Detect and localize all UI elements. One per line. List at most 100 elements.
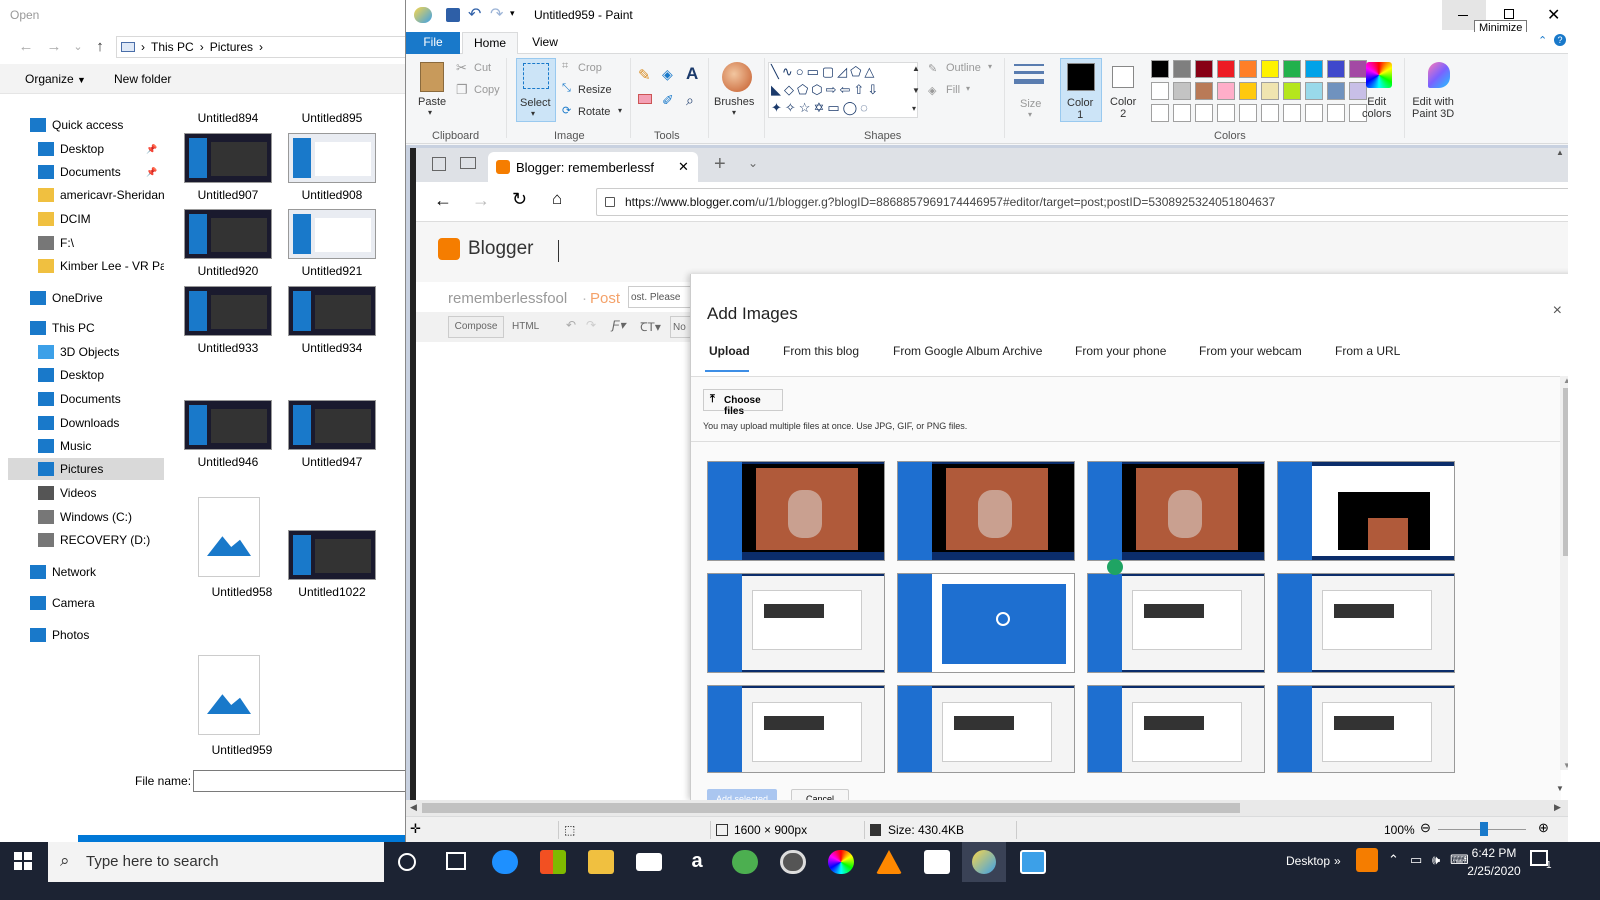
palette-swatch[interactable] [1239, 60, 1257, 78]
file-thumbnail[interactable] [184, 133, 272, 183]
upload-image-thumbnail[interactable] [1277, 461, 1455, 561]
file-name-label[interactable]: Untitled934 [279, 341, 385, 355]
file-name-label[interactable]: Untitled946 [175, 455, 281, 469]
quick-access-dropdown-icon[interactable]: ▾ [510, 8, 515, 19]
nav-item[interactable]: Windows (C:) [8, 506, 164, 528]
tab-preview-icon[interactable] [460, 157, 476, 169]
close-tab-icon[interactable]: ✕ [678, 159, 689, 175]
file-name-label[interactable]: Untitled920 [175, 264, 281, 278]
nav-item[interactable]: Desktop [8, 364, 164, 386]
file-thumbnail[interactable] [288, 400, 376, 450]
palette-swatch[interactable] [1217, 60, 1235, 78]
nav-item[interactable]: Desktop 📌 [8, 138, 164, 160]
custom-color-swatch[interactable] [1261, 104, 1279, 122]
upload-image-thumbnail[interactable] [707, 685, 885, 773]
forward-icon[interactable]: → [472, 190, 490, 211]
save-icon[interactable] [446, 8, 460, 22]
post-title-input[interactable]: ost. Please [628, 286, 692, 308]
undo-icon[interactable]: ↶ [566, 318, 576, 332]
scroll-left-icon[interactable]: ◀ [410, 802, 417, 813]
tab-view[interactable]: View [520, 32, 570, 54]
clock-time[interactable]: 6:42 PM [1464, 846, 1524, 860]
dialog-tab[interactable]: From Google Album Archive [893, 344, 1042, 358]
cortana-icon[interactable] [398, 853, 416, 871]
palette-swatch[interactable] [1173, 82, 1191, 100]
paint-taskbar-button[interactable] [962, 842, 1006, 882]
dialog-tab[interactable]: From your phone [1075, 344, 1166, 358]
palette-swatch[interactable] [1327, 82, 1345, 100]
image-file-icon[interactable] [198, 655, 260, 735]
fill-bucket-icon[interactable]: ◈ [662, 66, 673, 83]
pin-icon[interactable]: 📌 [146, 144, 157, 155]
text-tool-icon[interactable]: A [686, 64, 698, 84]
collapse-ribbon-icon[interactable]: ⌃ [1538, 34, 1547, 47]
custom-color-swatch[interactable] [1217, 104, 1235, 122]
color-picker-icon[interactable]: ✐ [662, 92, 674, 109]
breadcrumb-pictures[interactable]: Pictures [210, 40, 253, 54]
file-name-label[interactable]: Untitled947 [279, 455, 385, 469]
zoom-slider-thumb[interactable] [1480, 822, 1488, 836]
pencil-icon[interactable]: ✎ [638, 66, 651, 84]
palette-swatch[interactable] [1261, 82, 1279, 100]
canvas-scroll-up-icon[interactable]: ▲ [1556, 148, 1564, 157]
forward-arrow-icon[interactable]: → [44, 38, 64, 56]
nav-item[interactable]: Network [8, 561, 164, 583]
shapes-expand-icon[interactable]: ▾ [912, 104, 916, 113]
tripadvisor-icon[interactable] [732, 850, 758, 874]
upload-image-thumbnail[interactable] [897, 685, 1075, 773]
shapes-scroll-down-icon[interactable]: ▼ [912, 86, 920, 95]
zoom-out-icon[interactable]: ⊖ [1420, 820, 1431, 836]
tab-list-chevron-icon[interactable]: ⌄ [748, 156, 758, 170]
pin-icon[interactable]: 📌 [146, 167, 157, 178]
nav-item[interactable]: F:\ [8, 232, 164, 254]
notification-badge-icon[interactable] [1356, 848, 1378, 872]
camera-icon[interactable] [924, 850, 950, 874]
color-1-button[interactable]: Color 1 [1060, 58, 1102, 122]
palette-swatch[interactable] [1261, 60, 1279, 78]
nav-item[interactable]: Downloads [8, 412, 164, 434]
canvas-horizontal-scrollbar[interactable]: ◀ ▶ [406, 800, 1569, 816]
breadcrumb[interactable]: › This PC › Pictures › [116, 36, 411, 58]
nav-item[interactable]: Pictures [8, 458, 164, 480]
html-button[interactable]: HTML [512, 321, 539, 332]
amazon-icon[interactable]: a [684, 850, 710, 874]
undo-icon[interactable]: ↶ [468, 4, 481, 24]
blogger-logo[interactable]: Blogger [438, 238, 534, 260]
upload-image-thumbnail[interactable] [707, 573, 885, 673]
palette-swatch[interactable] [1217, 82, 1235, 100]
nav-item[interactable]: Music [8, 435, 164, 457]
file-thumbnail[interactable] [184, 400, 272, 450]
file-name-label[interactable]: Untitled894 [175, 111, 281, 125]
select-button[interactable]: Select ▾ [516, 58, 556, 122]
new-folder-button[interactable]: New folder [114, 72, 171, 86]
start-windows-icon[interactable] [14, 852, 32, 870]
canvas-scroll-down-icon[interactable]: ▼ [1556, 784, 1564, 793]
palette-swatch[interactable] [1305, 82, 1323, 100]
palette-swatch[interactable] [1305, 60, 1323, 78]
custom-color-swatch[interactable] [1305, 104, 1323, 122]
close-icon[interactable]: × [1553, 302, 1562, 320]
close-button[interactable]: ✕ [1534, 0, 1569, 30]
dialog-tab[interactable]: From your webcam [1199, 344, 1302, 358]
custom-color-swatch[interactable] [1327, 104, 1345, 122]
file-thumbnail[interactable] [288, 133, 376, 183]
upload-image-thumbnail[interactable] [1087, 573, 1265, 673]
custom-color-swatch[interactable] [1151, 104, 1169, 122]
nav-item[interactable]: Videos [8, 482, 164, 504]
new-tab-icon[interactable]: + [714, 153, 726, 176]
file-name-input[interactable] [193, 770, 411, 792]
nav-item[interactable]: Documents 📌 [8, 161, 164, 183]
nav-item[interactable]: DCIM [8, 208, 164, 230]
nav-item[interactable]: Camera [8, 592, 164, 614]
browser-tab[interactable]: Blogger: rememberlessf ✕ [488, 152, 698, 182]
file-name-label[interactable]: Untitled907 [175, 188, 281, 202]
paint-app-icon[interactable] [414, 7, 432, 23]
file-name-label[interactable]: Untitled1022 [279, 585, 385, 599]
file-name-label[interactable]: Untitled959 [189, 743, 295, 757]
image-file-icon[interactable] [198, 497, 260, 577]
palette-swatch[interactable] [1283, 82, 1301, 100]
font-size-icon[interactable]: ꞆT▾ [640, 318, 661, 335]
back-arrow-icon[interactable]: ← [16, 38, 36, 56]
upload-image-thumbnail[interactable] [897, 573, 1075, 673]
blog-name[interactable]: rememberlessfool [448, 290, 567, 307]
